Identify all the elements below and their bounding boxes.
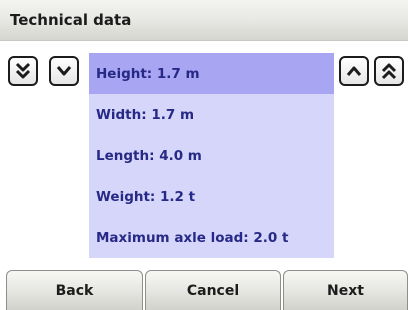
back-button-label: Back	[55, 282, 94, 299]
bottom-button-bar: Back Cancel Next	[0, 270, 408, 310]
list-item-height[interactable]: Height: 1.7 m	[89, 53, 334, 94]
line-down-button[interactable]	[49, 56, 79, 86]
title-bar: Technical data	[0, 0, 408, 41]
double-chevron-up-icon	[381, 63, 397, 80]
next-button[interactable]: Next	[283, 270, 408, 310]
list-item-label: Weight: 1.2 t	[96, 188, 196, 205]
cancel-button-label: Cancel	[186, 282, 240, 299]
cancel-button[interactable]: Cancel	[145, 270, 281, 310]
page-down-button[interactable]	[8, 56, 38, 86]
list-item-label: Length: 4.0 m	[96, 147, 202, 164]
list-item-axle-load[interactable]: Maximum axle load: 2.0 t	[89, 217, 334, 258]
list-item-length[interactable]: Length: 4.0 m	[89, 135, 334, 176]
list-item-label: Maximum axle load: 2.0 t	[96, 229, 289, 246]
next-button-label: Next	[327, 282, 364, 299]
technical-data-list: Height: 1.7 m Width: 1.7 m Length: 4.0 m…	[89, 53, 334, 258]
list-item-label: Height: 1.7 m	[96, 65, 200, 82]
back-button[interactable]: Back	[6, 270, 143, 310]
list-item-weight[interactable]: Weight: 1.2 t	[89, 176, 334, 217]
page-title: Technical data	[10, 11, 132, 29]
chevron-down-icon	[56, 66, 72, 76]
line-up-button[interactable]	[339, 56, 369, 86]
double-chevron-down-icon	[15, 62, 31, 79]
list-item-label: Width: 1.7 m	[96, 106, 195, 123]
chevron-up-icon	[346, 66, 362, 76]
technical-data-screen: Technical data Height: 1.7 m Width: 1.7 …	[0, 0, 408, 310]
list-item-width[interactable]: Width: 1.7 m	[89, 94, 334, 135]
page-up-button[interactable]	[374, 56, 404, 86]
